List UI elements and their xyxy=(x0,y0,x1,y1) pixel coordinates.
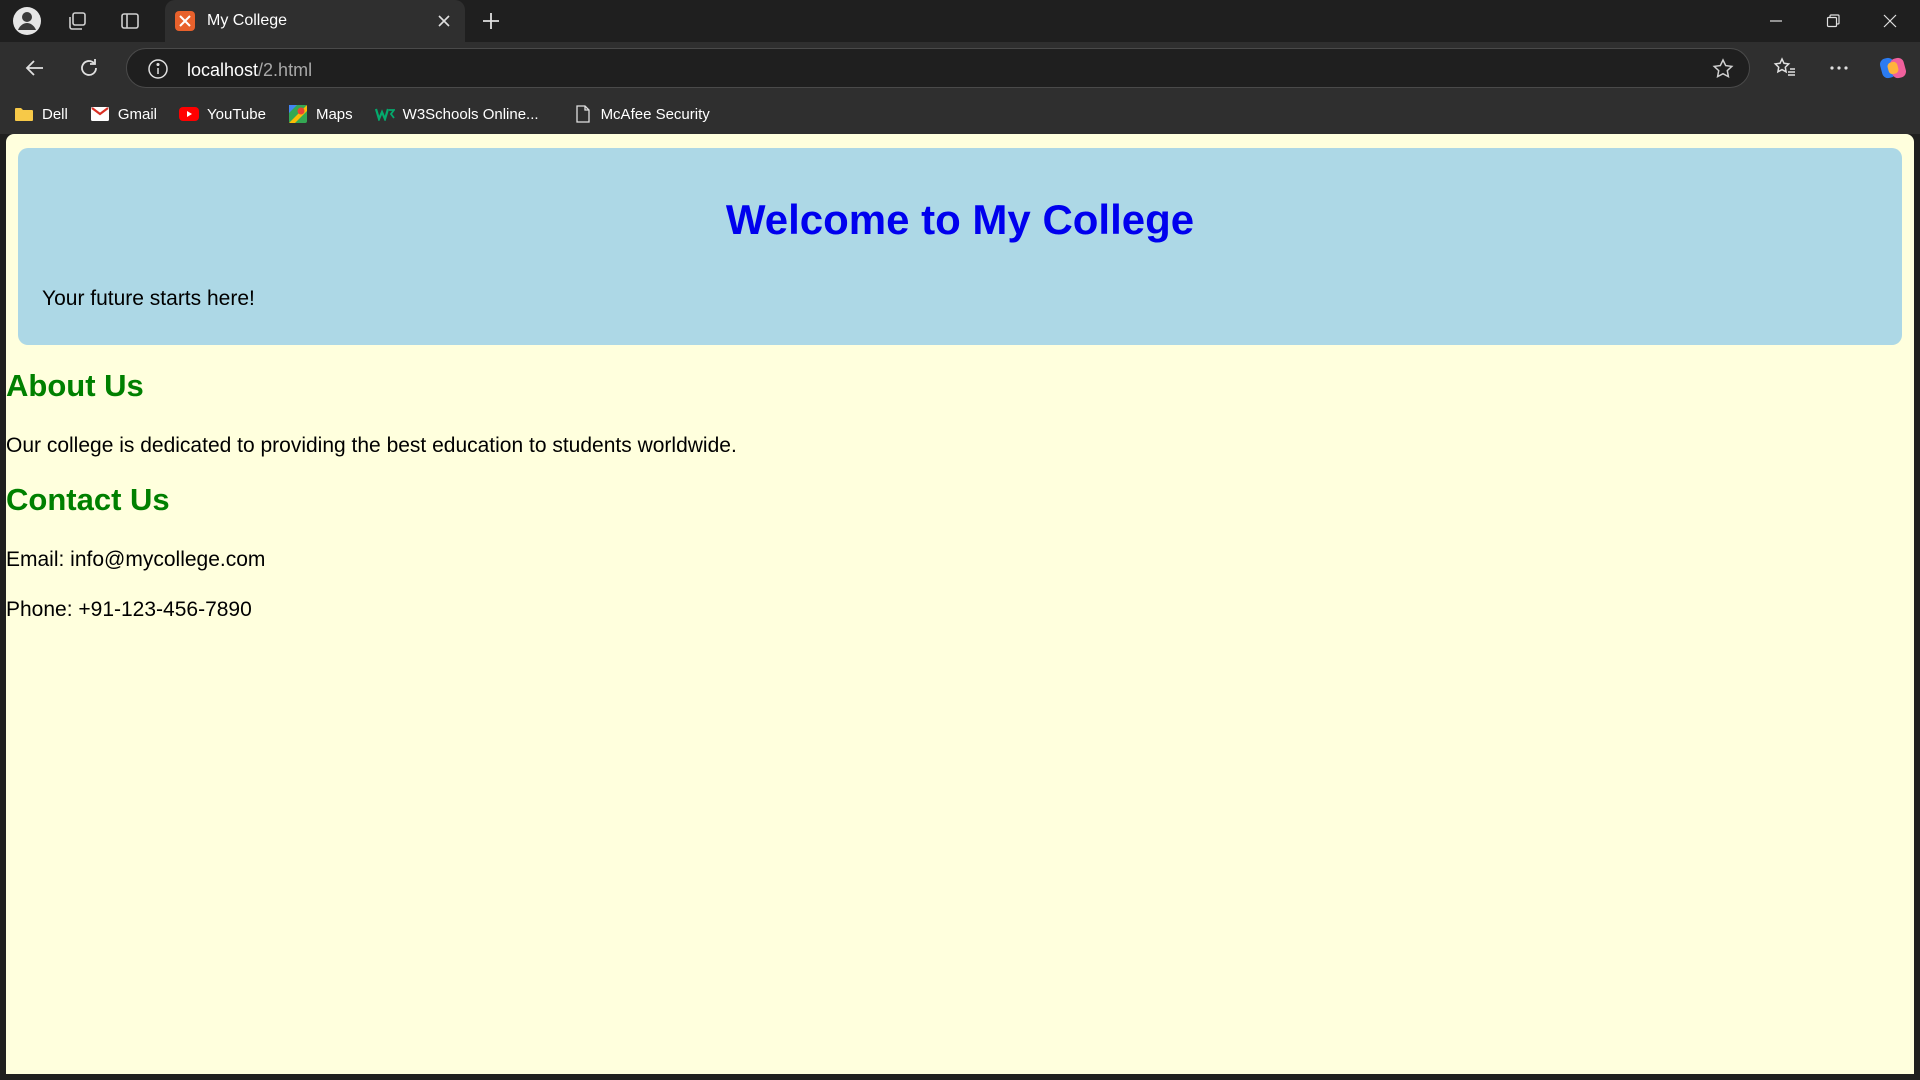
bookmark-youtube[interactable]: YouTube xyxy=(179,106,266,123)
window-bottom-edge xyxy=(0,1074,1920,1080)
maps-icon xyxy=(288,105,308,123)
bookmark-label: McAfee Security xyxy=(600,105,710,123)
copilot-icon[interactable] xyxy=(1874,49,1912,87)
browser-toolbar: localhost/2.html xyxy=(0,42,1920,94)
bookmark-mcafee[interactable]: McAfee Security xyxy=(573,105,710,123)
xampp-favicon-icon xyxy=(175,11,195,31)
page-icon xyxy=(573,105,593,123)
contact-email: Email: info@mycollege.com xyxy=(6,548,266,571)
favorites-icon[interactable] xyxy=(1766,49,1804,87)
bookmark-label: YouTube xyxy=(207,105,266,123)
tab-strip: My College xyxy=(0,0,1920,42)
page-viewport: Welcome to My College Your future starts… xyxy=(6,134,1914,1074)
vertical-tabs-icon[interactable] xyxy=(113,4,147,38)
about-heading: About Us xyxy=(6,368,144,403)
bookmark-gmail[interactable]: Gmail xyxy=(90,106,157,123)
address-bar[interactable]: localhost/2.html xyxy=(126,48,1750,88)
reload-icon[interactable] xyxy=(70,49,108,87)
tab-title: My College xyxy=(207,12,288,29)
profile-icon[interactable] xyxy=(10,4,44,38)
back-icon[interactable] xyxy=(16,49,54,87)
bookmark-w3schools[interactable]: W3Schools Online... xyxy=(374,105,539,123)
folder-icon xyxy=(14,106,34,122)
bookmark-maps[interactable]: Maps xyxy=(288,105,353,123)
more-menu-icon[interactable] xyxy=(1820,49,1858,87)
bookmark-label: Maps xyxy=(315,105,353,123)
site-info-icon[interactable] xyxy=(147,58,169,80)
new-tab-icon[interactable] xyxy=(474,4,508,38)
close-window-icon[interactable] xyxy=(1862,0,1918,42)
tagline: Your future starts here! xyxy=(42,287,255,310)
restore-icon[interactable] xyxy=(1805,0,1861,42)
header-banner: Welcome to My College Your future starts… xyxy=(18,148,1902,345)
url-path: /2.html xyxy=(258,60,313,80)
contact-heading: Contact Us xyxy=(6,482,170,517)
workspaces-icon[interactable] xyxy=(60,4,94,38)
youtube-icon xyxy=(179,106,200,122)
contact-phone: Phone: +91-123-456-7890 xyxy=(6,598,252,621)
bookmark-label: Gmail xyxy=(117,105,158,123)
minimize-icon[interactable] xyxy=(1748,0,1804,42)
gmail-icon xyxy=(90,106,110,122)
url-text: localhost/2.html xyxy=(187,60,312,81)
favorite-star-icon[interactable] xyxy=(1709,55,1737,83)
bookmark-label: Dell xyxy=(42,105,68,123)
url-host: localhost xyxy=(187,60,259,80)
tab-close-icon[interactable] xyxy=(429,6,459,36)
about-text: Our college is dedicated to providing th… xyxy=(6,434,737,457)
bookmarks-bar: Dell Gmail YouTube Maps W3Schools Online… xyxy=(0,94,1920,134)
w3schools-icon xyxy=(374,106,395,122)
bookmark-label: W3Schools Online... xyxy=(402,105,539,123)
tab-my-college[interactable]: My College xyxy=(165,0,465,42)
bookmark-dell[interactable]: Dell xyxy=(14,106,68,123)
page-title: Welcome to My College xyxy=(725,196,1195,243)
